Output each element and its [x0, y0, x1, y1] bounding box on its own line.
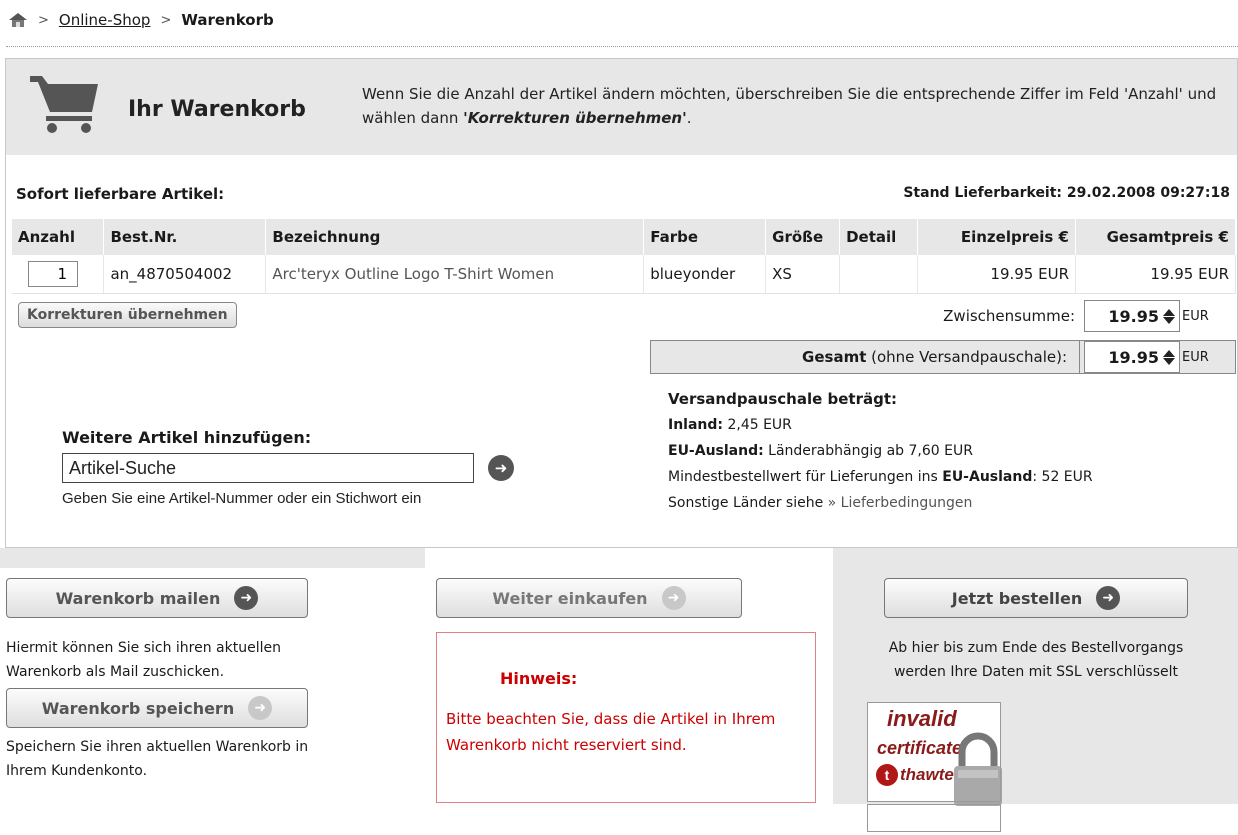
ssl-notice-text: Ab hier bis zum Ende des Bestellvorgangs	[888, 640, 1184, 656]
delivery-terms-link[interactable]: » Lieferbedingungen	[828, 495, 973, 511]
thawte-text: thawte	[900, 765, 954, 784]
divider	[6, 46, 1238, 47]
shipping-minimum: Mindestbestellwert für Lieferungen ins E…	[668, 464, 1228, 490]
order-now-label: Jetzt bestellen	[951, 588, 1083, 608]
subtotal-label: Zwischensumme:	[943, 307, 1075, 325]
instructions-end: .	[686, 109, 692, 127]
shipping-eu-value: Länderabhängig ab 7,60 EUR	[763, 443, 973, 459]
column-header-groesse: Größe	[765, 219, 841, 255]
column-header-gesamtpreis: Gesamtpreis €	[1075, 219, 1236, 255]
article-search-input[interactable]	[62, 453, 474, 483]
save-cart-text: Speichern Sie ihren aktuellen Warenkorb …	[6, 739, 309, 755]
breadcrumb-current: Warenkorb	[181, 11, 274, 29]
mail-cart-label: Warenkorb mailen	[55, 588, 221, 608]
subtotal-currency: EUR	[1182, 308, 1209, 324]
breadcrumb-separator: >	[38, 12, 49, 28]
total-value: 19.95	[1108, 347, 1159, 367]
shipping-min-bold: EU-Ausland	[942, 469, 1033, 485]
save-cart-description: Speichern Sie ihren aktuellen Warenkorb …	[6, 735, 406, 783]
article-detail	[839, 255, 919, 294]
arrow-right-icon: ➜	[1096, 586, 1121, 610]
search-go-icon[interactable]: ➜	[488, 455, 514, 481]
shopping-cart-icon	[30, 76, 98, 133]
shipping-inland: Inland: 2,45 EUR	[668, 412, 1228, 438]
save-cart-text: Ihrem Kundenkonto.	[6, 763, 148, 779]
search-hint: Geben Sie eine Artikel-Nummer oder ein S…	[62, 490, 422, 507]
cart-instructions: Wenn Sie die Anzahl der Artikel ändern m…	[362, 82, 1222, 130]
arrow-right-icon: ➜	[661, 586, 686, 610]
notice-title: Hinweis:	[500, 669, 578, 688]
column-header-farbe: Farbe	[643, 219, 767, 255]
continue-shopping-label: Weiter einkaufen	[492, 588, 648, 608]
page-title: Ihr Warenkorb	[128, 97, 306, 122]
shipping-inland-label: Inland:	[668, 417, 724, 433]
total-label-bold: Gesamt	[802, 348, 867, 366]
seal-invalid-text: invalid	[887, 706, 957, 731]
continue-shopping-button[interactable]: Weiter einkaufen ➜	[436, 578, 742, 618]
add-articles-title: Weitere Artikel hinzufügen:	[62, 428, 312, 447]
subtotal-value: 19.95	[1108, 306, 1159, 326]
subtotal-value-box: 19.95	[1084, 300, 1180, 332]
shipping-eu-label: EU-Ausland:	[668, 443, 764, 459]
mail-cart-text: Hiermit können Sie sich ihren aktuellen	[6, 640, 281, 656]
save-cart-button[interactable]: Warenkorb speichern ➜	[6, 688, 308, 728]
shipping-other: Sonstige Länder siehe » Lieferbedingunge…	[668, 490, 1228, 516]
column-header-bestnr: Best.Nr.	[103, 219, 267, 255]
save-cart-label: Warenkorb speichern	[41, 698, 235, 718]
mail-cart-description: Hiermit können Sie sich ihren aktuellen …	[6, 636, 406, 684]
cart-table: Anzahl Best.Nr. Bezeichnung Farbe Größe …	[12, 219, 1236, 294]
unit-price: 19.95 EUR	[917, 255, 1076, 294]
column-header-detail: Detail	[839, 219, 919, 255]
home-icon[interactable]	[8, 12, 28, 28]
mail-cart-text: Warenkorb als Mail zuschicken.	[6, 664, 225, 680]
total-label: Gesamt (ohne Versandpauschale):	[652, 340, 1080, 374]
thawte-logo: t thawte	[876, 764, 954, 786]
ssl-notice-text: werden Ihre Daten mit SSL verschlüsselt	[893, 664, 1179, 680]
instructions-emphasis: 'Korrekturen übernehmen'	[463, 109, 687, 127]
column-header-bezeichnung: Bezeichnung	[265, 219, 645, 255]
total-currency: EUR	[1182, 349, 1209, 365]
order-now-button[interactable]: Jetzt bestellen ➜	[884, 578, 1188, 618]
padlock-icon	[954, 732, 1002, 806]
article-number: an_4870504002	[103, 255, 267, 294]
quantity-input[interactable]	[28, 260, 78, 287]
total-price: 19.95 EUR	[1075, 255, 1236, 294]
thawte-t-icon: t	[876, 764, 898, 786]
quantity-cell	[12, 255, 105, 294]
total-label-rest: (ohne Versandpauschale):	[866, 348, 1067, 366]
bottom-band	[0, 548, 425, 568]
total-value-box: 19.95	[1084, 341, 1180, 373]
column-header-anzahl: Anzahl	[12, 219, 105, 255]
subtotal-field: 19.95 EUR	[1084, 300, 1209, 332]
breadcrumb: > Online-Shop > Warenkorb	[8, 8, 274, 32]
availability-timestamp: Stand Lieferbarkeit: 29.02.2008 09:27:18	[903, 185, 1230, 201]
table-row: an_4870504002 Arc'teryx Outline Logo T-S…	[12, 255, 1236, 294]
mail-cart-button[interactable]: Warenkorb mailen ➜	[6, 578, 308, 618]
ssl-notice: Ab hier bis zum Ende des Bestellvorgangs…	[840, 636, 1232, 684]
shipping-inland-value: 2,45 EUR	[723, 417, 792, 433]
shipping-title: Versandpauschale beträgt:	[668, 390, 898, 408]
stepper-icon[interactable]	[1163, 308, 1175, 324]
stepper-icon[interactable]	[1163, 349, 1175, 365]
article-size: XS	[765, 255, 841, 294]
shipping-min-post: : 52 EUR	[1032, 469, 1093, 485]
shipping-other-pre: Sonstige Länder siehe	[668, 495, 828, 511]
table-header-row: Anzahl Best.Nr. Bezeichnung Farbe Größe …	[12, 219, 1236, 255]
breadcrumb-online-shop[interactable]: Online-Shop	[59, 11, 151, 29]
column-header-einzelpreis: Einzelpreis €	[917, 219, 1076, 255]
shipping-info: Versandpauschale beträgt: Inland: 2,45 E…	[668, 386, 1228, 516]
apply-corrections-button[interactable]: Korrekturen übernehmen	[18, 302, 237, 328]
arrow-right-icon: ➜	[234, 586, 259, 610]
notice-text: Bitte beachten Sie, dass die Artikel in …	[446, 710, 776, 754]
breadcrumb-separator: >	[160, 12, 172, 28]
article-name[interactable]: Arc'teryx Outline Logo T-Shirt Women	[265, 255, 645, 294]
total-field: 19.95 EUR	[1084, 341, 1209, 373]
shipping-min-pre: Mindestbestellwert für Lieferungen ins	[668, 469, 943, 485]
arrow-right-icon: ➜	[248, 696, 273, 720]
availability-label: Sofort lieferbare Artikel:	[16, 185, 225, 203]
article-color: blueyonder	[643, 255, 767, 294]
shipping-eu: EU-Ausland: Länderabhängig ab 7,60 EUR	[668, 438, 1228, 464]
